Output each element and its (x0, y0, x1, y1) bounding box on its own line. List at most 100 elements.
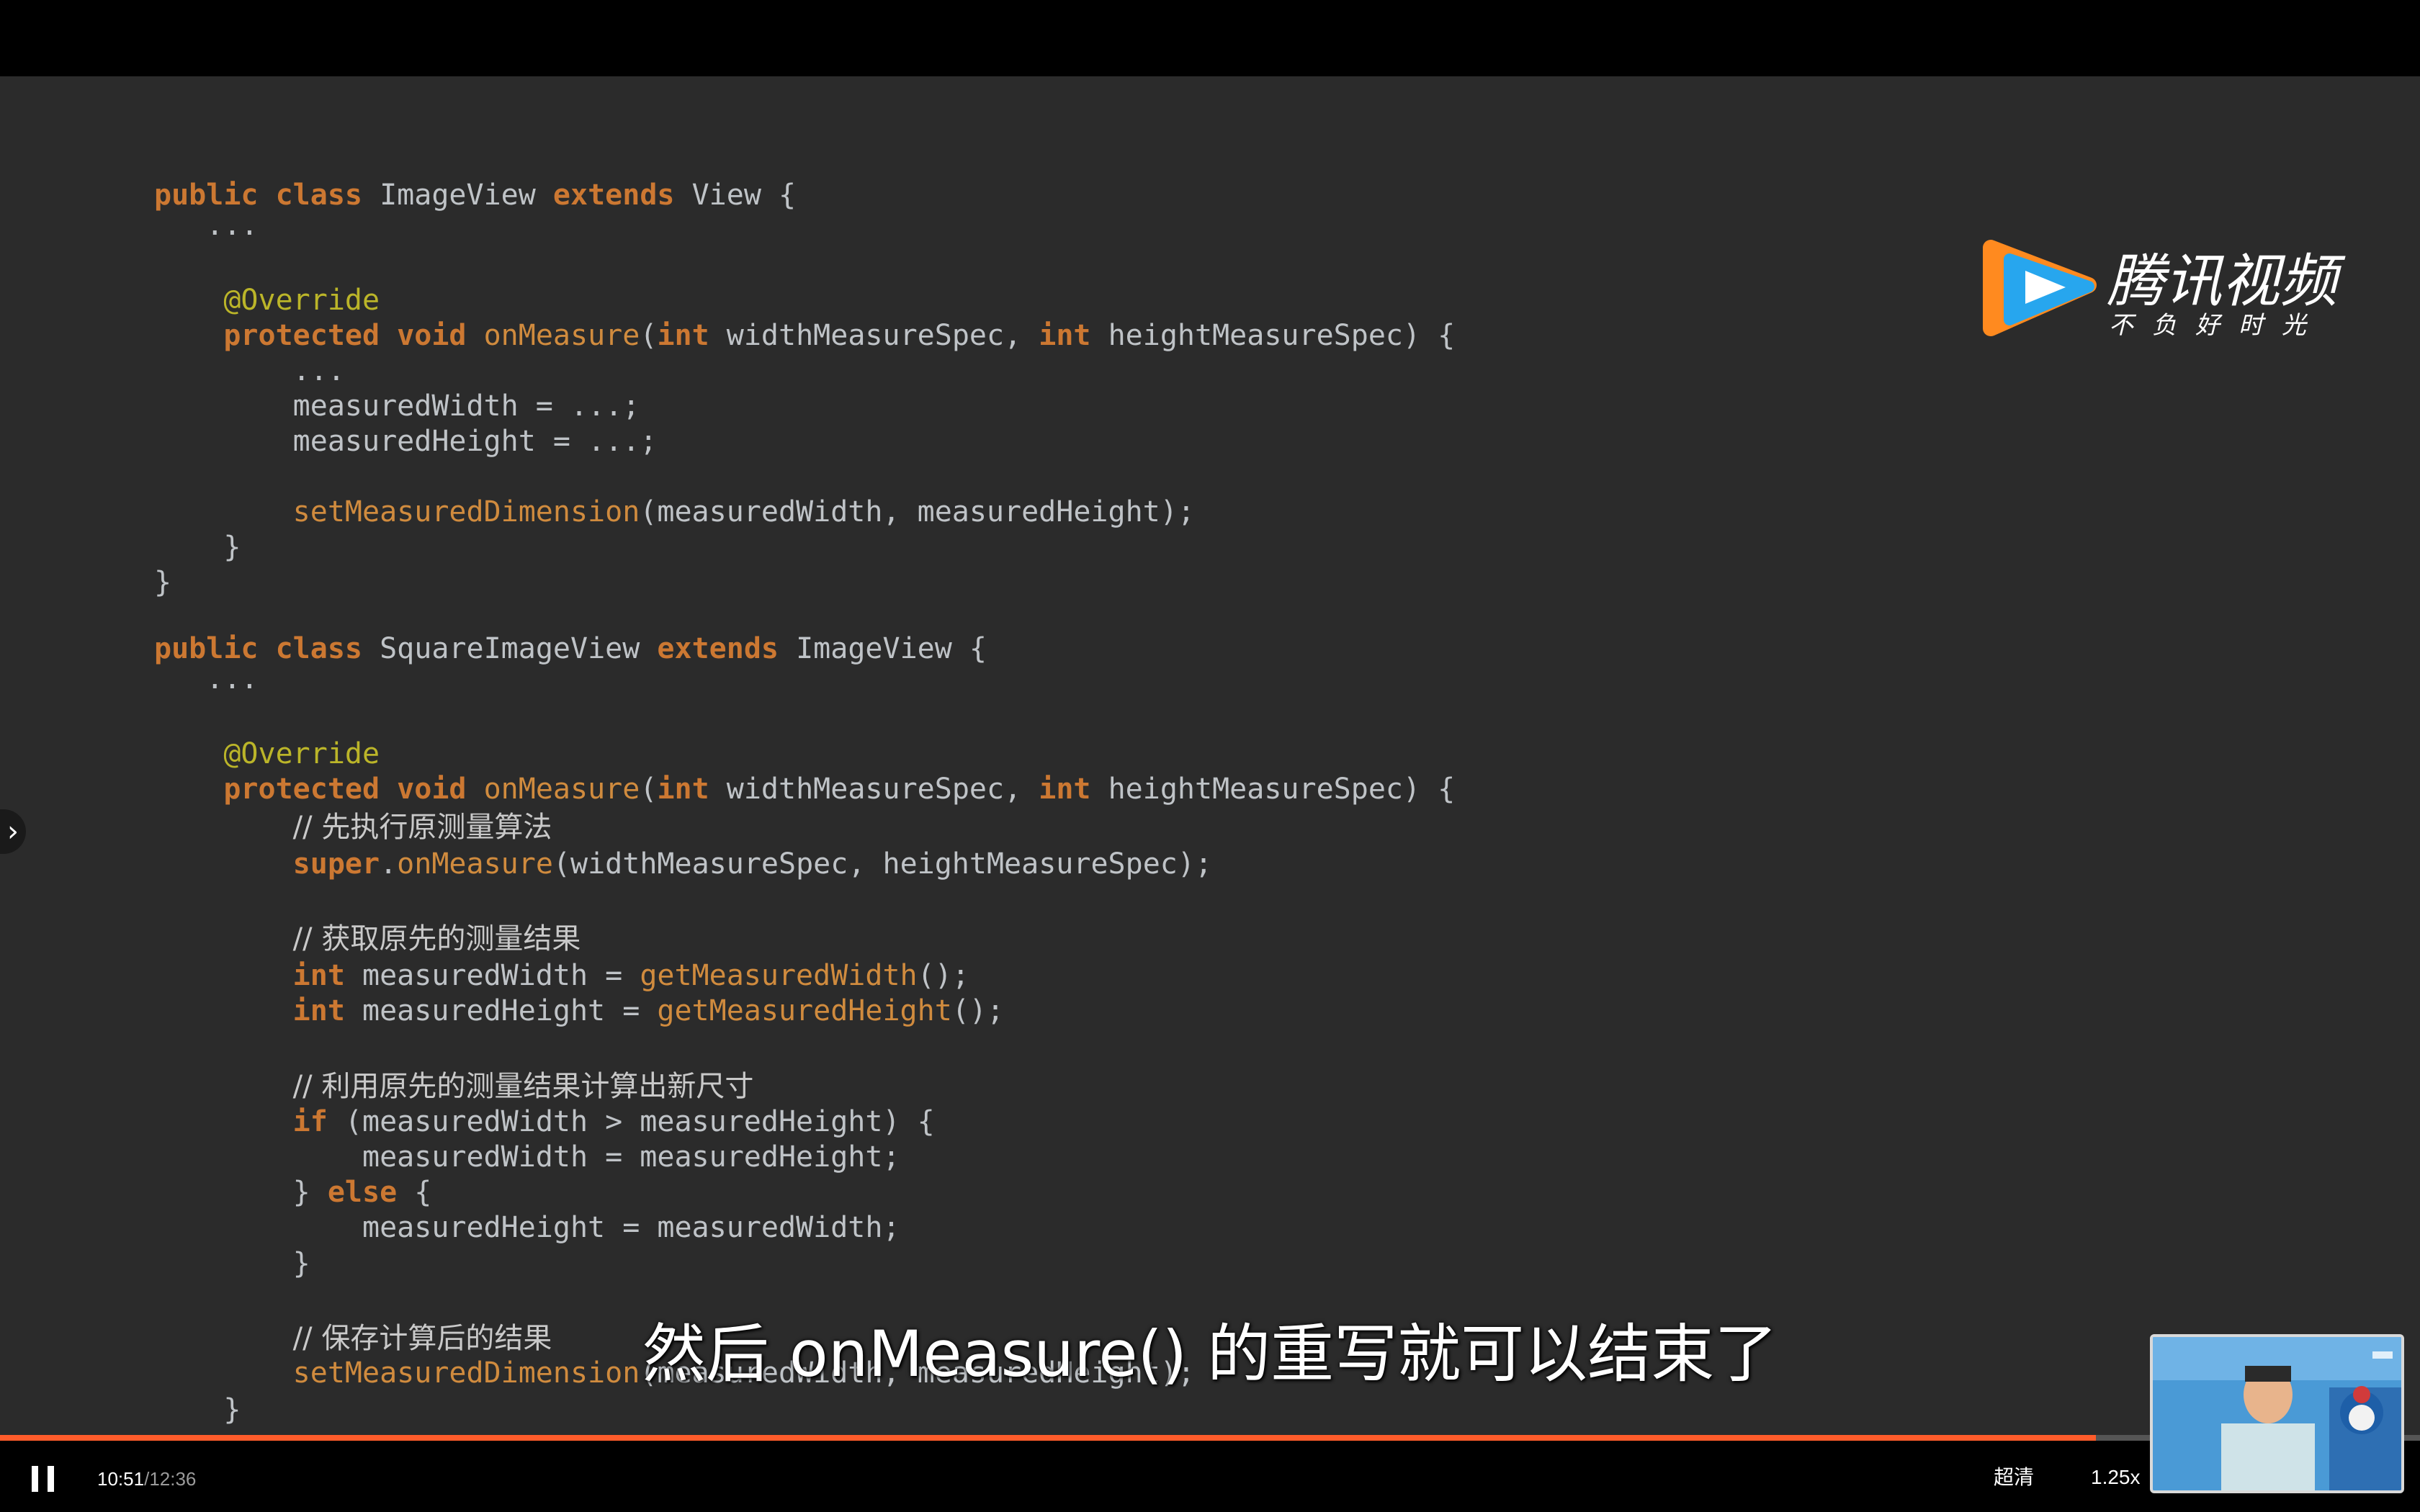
quality-button[interactable]: 超清 (1994, 1463, 2034, 1492)
speed-button[interactable]: 1.25x (2091, 1463, 2141, 1492)
code-token: } (154, 1393, 241, 1426)
code-token: ... (154, 209, 259, 242)
code-token: void (397, 773, 467, 806)
code-token: } (154, 566, 172, 599)
code-line: ... (154, 661, 258, 697)
code-line: // 利用原先的测量结果计算出新尺寸 (154, 1068, 754, 1104)
code-token: ... (154, 354, 345, 387)
video-frame[interactable]: public class ImageView extends View { ..… (0, 76, 2420, 1436)
code-line: } (154, 564, 171, 600)
code-token: ImageView { (779, 632, 987, 665)
code-token: (widthMeasureSpec, heightMeasureSpec); (552, 847, 1213, 881)
code-token: getMeasuredWidth (640, 959, 918, 992)
code-line: protected void onMeasure(int widthMeasur… (154, 771, 1455, 807)
code-token: // 利用原先的测量结果计算出新尺寸 (292, 1070, 754, 1103)
code-line: } (154, 1392, 241, 1428)
presenter-thumbnail[interactable] (2150, 1334, 2404, 1493)
logo-slogan: 不负好时光 (2109, 311, 2325, 340)
chevron-right-icon[interactable]: › (0, 809, 26, 854)
code-line: } (154, 529, 241, 565)
code-line: protected void onMeasure(int widthMeasur… (154, 318, 1455, 354)
code-line: setMeasuredDimension(measuredWidth, meas… (154, 494, 1195, 530)
code-token: } (154, 1176, 328, 1209)
code-token: int (657, 773, 709, 806)
code-token: @Override (223, 737, 380, 770)
code-line: ... (154, 353, 345, 389)
current-time: 10:51 (97, 1468, 145, 1490)
progress-played (0, 1435, 2096, 1441)
code-token: onMeasure (397, 847, 553, 881)
code-token: measuredHeight = (344, 994, 658, 1027)
code-line: public class SquareImageView extends Ima… (154, 631, 987, 667)
code-token: // 获取原先的测量结果 (292, 922, 581, 955)
code-token: int (1039, 773, 1091, 806)
control-bar (0, 1436, 2420, 1512)
code-token: SquareImageView (362, 632, 658, 665)
code-token: ( (640, 773, 658, 806)
code-token: class (275, 632, 363, 665)
code-token: setMeasuredDimension (292, 495, 640, 528)
code-token: measuredWidth = ...; (154, 390, 640, 423)
code-token: protected (223, 319, 380, 352)
code-line: int measuredHeight = getMeasuredHeight()… (154, 993, 1004, 1029)
code-token: extends (552, 179, 675, 212)
code-token: measuredWidth = (344, 959, 640, 992)
code-token: onMeasure (483, 319, 640, 352)
code-token: widthMeasureSpec, (709, 773, 1039, 806)
code-line: measuredWidth = ...; (154, 388, 640, 424)
code-token: int (657, 319, 709, 352)
code-line: ... (154, 207, 259, 243)
code-line: measuredHeight = measuredWidth; (154, 1210, 900, 1246)
code-token: heightMeasureSpec) { (1090, 773, 1456, 806)
code-token: class (275, 179, 363, 212)
code-token: (); (917, 959, 969, 992)
code-token: (); (951, 994, 1005, 1027)
code-token: super (292, 847, 380, 881)
code-token: } (154, 1247, 310, 1280)
duration-time: 12:36 (149, 1468, 197, 1490)
code-line: @Override (154, 736, 380, 772)
code-line: measuredHeight = ...; (154, 423, 658, 459)
code-token: int (292, 994, 345, 1027)
subtitle-caption: 然后 onMeasure() 的重写就可以结束了 (642, 1317, 1778, 1391)
code-token: measuredHeight = ...; (154, 425, 658, 458)
top-black-bar (0, 0, 2420, 76)
pause-icon[interactable] (32, 1466, 56, 1492)
code-token: View { (674, 179, 797, 212)
code-token: { (397, 1176, 432, 1209)
code-token: // 先执行原测量算法 (292, 811, 552, 844)
code-token: onMeasure (483, 773, 640, 806)
code-token: void (397, 319, 467, 352)
code-token: getMeasuredHeight (657, 994, 952, 1027)
code-line: // 获取原先的测量结果 (154, 921, 581, 957)
progress-bar[interactable] (0, 1435, 2420, 1441)
tencent-video-logo: 腾讯视频 不负好时光 (1981, 235, 2355, 343)
code-line: } (154, 1246, 310, 1282)
code-token: measuredWidth = measuredHeight; (154, 1140, 900, 1174)
time-display: 10:51/12:36 (97, 1464, 196, 1493)
code-token: measuredHeight = measuredWidth; (154, 1211, 900, 1244)
code-token: . (380, 847, 398, 881)
code-line: @Override (154, 282, 380, 318)
code-token: (measuredWidth > measuredHeight) { (327, 1105, 935, 1138)
code-token: if (292, 1105, 328, 1138)
code-line: } else { (154, 1174, 432, 1210)
code-token: else (327, 1176, 398, 1209)
code-line: int measuredWidth = getMeasuredWidth(); (154, 958, 969, 994)
code-line: measuredWidth = measuredHeight; (154, 1139, 900, 1175)
